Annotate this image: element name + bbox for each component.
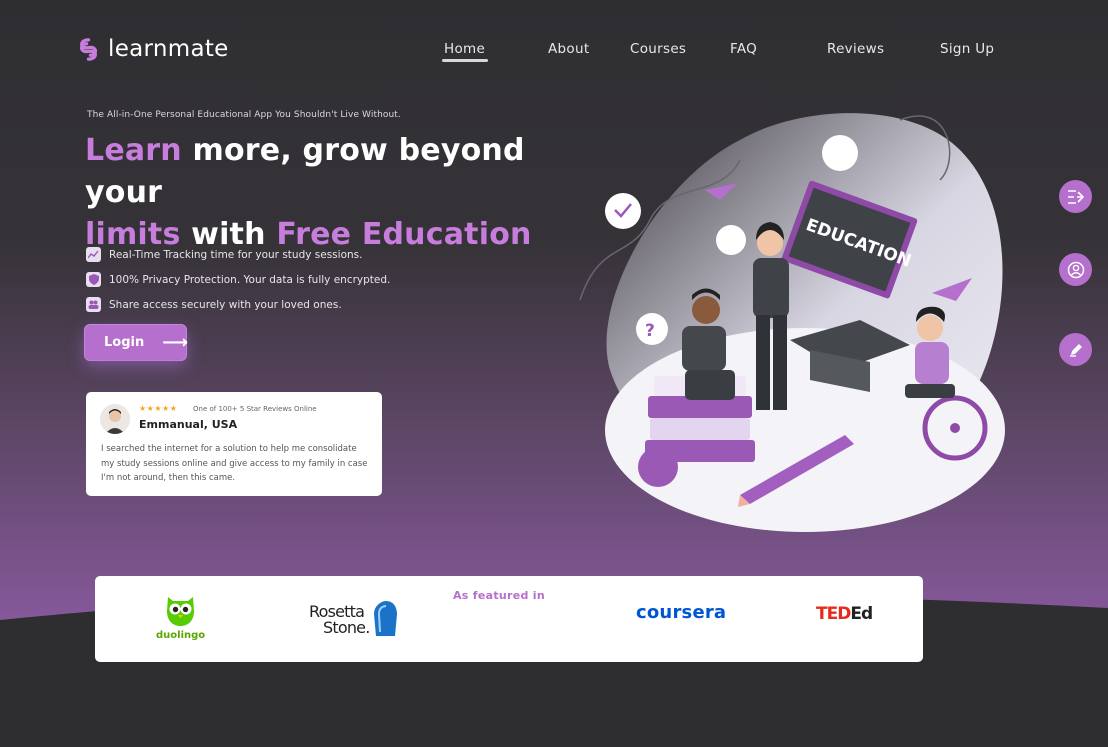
arrow-right-icon: ⟶ (162, 331, 189, 353)
nav-courses[interactable]: Courses (630, 41, 686, 57)
pencil-icon (1069, 343, 1082, 357)
rosetta-line2: Stone. (323, 618, 370, 637)
review-card: ★★★★★ One of 100+ 5 Star Reviews Online … (86, 392, 382, 496)
feature-list: Real-Time Tracking time for your study s… (86, 242, 390, 317)
featured-in-section: As featured in duolingo Rosetta Stone. c… (95, 576, 923, 662)
ted-ed-logo: TEDEd (816, 604, 873, 624)
avatar (100, 404, 130, 434)
ed-part: Ed (850, 604, 873, 624)
feature-text: 100% Privacy Protection. Your data is fu… (109, 273, 391, 286)
nav-faq[interactable]: FAQ (730, 41, 757, 57)
user-icon (1067, 261, 1084, 278)
side-menu-button[interactable] (1059, 180, 1092, 213)
review-meta: One of 100+ 5 Star Reviews Online (193, 405, 317, 413)
feature-item: Real-Time Tracking time for your study s… (86, 242, 390, 267)
nav-about[interactable]: About (548, 41, 589, 57)
duolingo-owl-icon (167, 597, 194, 626)
coursera-logo: coursera (636, 602, 727, 623)
review-text: I searched the internet for a solution t… (101, 444, 368, 483)
feature-item: 100% Privacy Protection. Your data is fu… (86, 267, 390, 292)
ted-part: TED (816, 604, 851, 624)
reviewer-name: Emmanual, USA (139, 418, 238, 431)
rosetta-stone-icon (374, 601, 397, 636)
feature-text: Real-Time Tracking time for your study s… (109, 248, 363, 261)
side-profile-button[interactable] (1059, 253, 1092, 286)
rosetta-stone-logo: Rosetta Stone. (309, 604, 370, 636)
feature-item: Share access securely with your loved on… (86, 292, 390, 317)
nav-reviews[interactable]: Reviews (827, 41, 884, 57)
featured-title: As featured in (452, 589, 546, 602)
chart-icon (86, 247, 101, 262)
star-rating: ★★★★★ (139, 404, 178, 413)
nav-home[interactable]: Home (444, 41, 485, 57)
svg-text:?: ? (645, 321, 655, 341)
shield-icon (86, 272, 101, 287)
nav-active-indicator (442, 59, 488, 62)
hero-headline: Learn more, grow beyond your limits with… (85, 130, 605, 256)
login-label: Login (104, 335, 145, 350)
users-icon (86, 297, 101, 312)
education-illustration: EDUCATION ? (579, 113, 1005, 532)
menu-arrow-icon (1067, 189, 1084, 204)
nav-signup[interactable]: Sign Up (940, 41, 994, 57)
duolingo-logo: duolingo (156, 630, 206, 641)
feature-text: Share access securely with your loved on… (109, 298, 342, 311)
login-button[interactable]: Login ⟶ (85, 325, 189, 360)
side-edit-button[interactable] (1059, 333, 1092, 366)
headline-learn: Learn (85, 133, 182, 168)
hero-tagline: The All-in-One Personal Educational App … (87, 110, 401, 120)
main-nav: Home About Courses FAQ Reviews Sign Up (0, 41, 1108, 65)
